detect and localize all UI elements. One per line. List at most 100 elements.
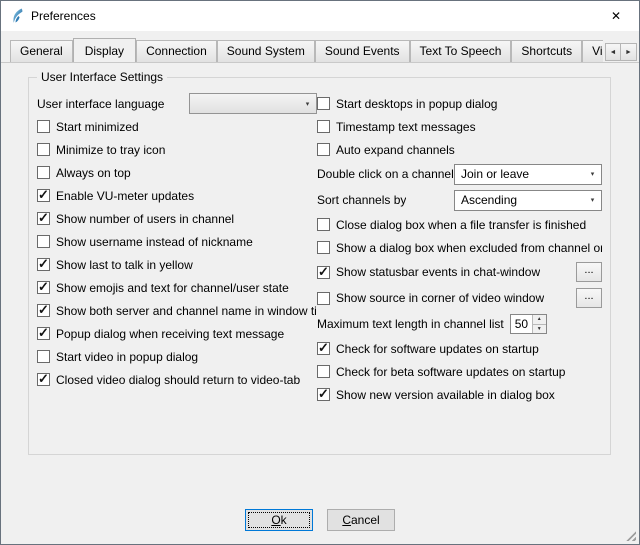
checkbox[interactable]: ✓ bbox=[37, 281, 50, 294]
checkbox[interactable]: ✓ bbox=[317, 342, 330, 355]
checkbox[interactable]: ✓ bbox=[317, 241, 330, 254]
close-icon[interactable]: ✕ bbox=[593, 1, 639, 31]
checkbox-row[interactable]: ✓ Show new version available in dialog b… bbox=[317, 383, 602, 406]
double-click-select[interactable]: Join or leave ▾ bbox=[454, 164, 602, 185]
cancel-button[interactable]: Cancel bbox=[327, 509, 395, 531]
tab[interactable]: Text To Speech bbox=[410, 40, 512, 62]
checkbox[interactable]: ✓ bbox=[37, 350, 50, 363]
checkbox-label: Show emojis and text for channel/user st… bbox=[56, 281, 289, 295]
video-source-checkbox[interactable]: ✓ bbox=[317, 292, 330, 305]
checkbox[interactable]: ✓ bbox=[317, 143, 330, 156]
window-title: Preferences bbox=[31, 9, 96, 23]
checkbox-row[interactable]: ✓ Enable VU-meter updates bbox=[37, 184, 317, 207]
tab[interactable]: Connection bbox=[136, 40, 217, 62]
checkbox-row[interactable]: ✓ Timestamp text messages bbox=[317, 115, 602, 138]
checkbox[interactable]: ✓ bbox=[37, 166, 50, 179]
checkbox[interactable]: ✓ bbox=[37, 189, 50, 202]
left-checkbox-list: ✓ Start minimized ✓ Minimize to tray ico… bbox=[37, 115, 317, 391]
checkmark-icon: ✓ bbox=[318, 386, 329, 402]
spinner-buttons: ▲ ▼ bbox=[532, 315, 546, 333]
checkmark-icon: ✓ bbox=[38, 371, 49, 387]
right-column: ✓ Start desktops in popup dialog ✓ Times… bbox=[317, 92, 602, 448]
checkbox[interactable]: ✓ bbox=[37, 304, 50, 317]
spin-up-icon[interactable]: ▲ bbox=[532, 315, 546, 324]
checkbox[interactable]: ✓ bbox=[317, 218, 330, 231]
checkbox-row[interactable]: ✓ Show a dialog box when excluded from c… bbox=[317, 236, 602, 259]
checkbox-row[interactable]: ✓ Show number of users in channel bbox=[37, 207, 317, 230]
checkbox[interactable]: ✓ bbox=[37, 373, 50, 386]
right-checkbox-list-bottom: ✓ Check for software updates on startup … bbox=[317, 337, 602, 406]
checkbox[interactable]: ✓ bbox=[37, 235, 50, 248]
tab-scroll-right-icon[interactable]: ► bbox=[621, 43, 637, 61]
tab[interactable]: Sound Events bbox=[315, 40, 410, 62]
checkbox-row[interactable]: ✓ Show emojis and text for channel/user … bbox=[37, 276, 317, 299]
checkbox-row[interactable]: ✓ Start minimized bbox=[37, 115, 317, 138]
checkbox-row[interactable]: ✓ Show username instead of nickname bbox=[37, 230, 317, 253]
sort-channels-label: Sort channels by bbox=[317, 193, 406, 207]
max-text-length-spinner[interactable]: 50 ▲ ▼ bbox=[510, 314, 547, 334]
checkbox[interactable]: ✓ bbox=[317, 97, 330, 110]
max-text-length-value[interactable]: 50 bbox=[511, 315, 532, 333]
statusbar-events-checkbox[interactable]: ✓ bbox=[317, 266, 330, 279]
tab-label: Display bbox=[85, 44, 124, 58]
video-source-browse-button[interactable]: ... bbox=[576, 288, 602, 308]
checkbox[interactable]: ✓ bbox=[37, 258, 50, 271]
title-bar[interactable]: Preferences ✕ bbox=[1, 1, 639, 31]
tab-label: Connection bbox=[146, 44, 207, 58]
checkmark-icon: ✓ bbox=[38, 302, 49, 318]
group-title: User Interface Settings bbox=[37, 70, 167, 84]
checkbox-row[interactable]: ✓ Closed video dialog should return to v… bbox=[37, 368, 317, 391]
checkbox-row[interactable]: ✓ Check for beta software updates on sta… bbox=[317, 360, 602, 383]
checkbox-row[interactable]: ✓ Show last to talk in yellow bbox=[37, 253, 317, 276]
sort-channels-select[interactable]: Ascending ▾ bbox=[454, 190, 602, 211]
tab-scroll-control: ◄ ► bbox=[605, 43, 637, 61]
video-source-row: ✓ Show source in corner of video window … bbox=[317, 285, 602, 311]
preferences-window: Preferences ✕ General Display Connection… bbox=[0, 0, 640, 545]
checkbox-label: Show last to talk in yellow bbox=[56, 258, 193, 272]
tab-scroll-left-icon[interactable]: ◄ bbox=[605, 43, 621, 61]
checkbox[interactable]: ✓ bbox=[37, 212, 50, 225]
checkbox-label: Closed video dialog should return to vid… bbox=[56, 373, 300, 387]
sort-channels-value: Ascending bbox=[455, 193, 584, 207]
tab[interactable]: General bbox=[10, 40, 73, 62]
checkbox-row[interactable]: ✓ Popup dialog when receiving text messa… bbox=[37, 322, 317, 345]
checkmark-icon: ✓ bbox=[38, 187, 49, 203]
checkmark-icon: ✓ bbox=[38, 210, 49, 226]
tab-label: Shortcuts bbox=[521, 44, 572, 58]
checkbox-row[interactable]: ✓ Auto expand channels bbox=[317, 138, 602, 161]
checkbox-label: Start minimized bbox=[56, 120, 139, 134]
right-checkbox-list-mid: ✓ Close dialog box when a file transfer … bbox=[317, 213, 602, 259]
checkbox[interactable]: ✓ bbox=[317, 120, 330, 133]
ok-button[interactable]: Ok bbox=[245, 509, 313, 531]
tab[interactable]: Display bbox=[73, 38, 136, 62]
tab[interactable]: Shortcuts bbox=[511, 40, 582, 62]
double-click-value: Join or leave bbox=[455, 167, 584, 181]
checkbox[interactable]: ✓ bbox=[317, 365, 330, 378]
user-interface-settings-group: User Interface Settings User interface l… bbox=[28, 77, 611, 455]
checkmark-icon: ✓ bbox=[38, 325, 49, 341]
checkbox-row[interactable]: ✓ Check for software updates on startup bbox=[317, 337, 602, 360]
chevron-down-icon: ▾ bbox=[584, 170, 601, 178]
checkbox-row[interactable]: ✓ Start desktops in popup dialog bbox=[317, 92, 602, 115]
checkbox-label: Enable VU-meter updates bbox=[56, 189, 194, 203]
checkbox-row[interactable]: ✓ Show both server and channel name in w… bbox=[37, 299, 317, 322]
checkbox[interactable]: ✓ bbox=[37, 120, 50, 133]
checkbox-label: Show username instead of nickname bbox=[56, 235, 253, 249]
checkbox-row[interactable]: ✓ Always on top bbox=[37, 161, 317, 184]
checkbox[interactable]: ✓ bbox=[317, 388, 330, 401]
tab[interactable]: Sound System bbox=[217, 40, 315, 62]
checkbox-row[interactable]: ✓ Close dialog box when a file transfer … bbox=[317, 213, 602, 236]
checkbox-row[interactable]: ✓ Minimize to tray icon bbox=[37, 138, 317, 161]
checkbox-label: Show a dialog box when excluded from cha… bbox=[336, 241, 602, 255]
checkbox-label: Show number of users in channel bbox=[56, 212, 234, 226]
language-select[interactable]: ▾ bbox=[189, 93, 317, 114]
checkbox[interactable]: ✓ bbox=[37, 143, 50, 156]
checkmark-icon: ✓ bbox=[318, 264, 329, 280]
tab[interactable]: Video bbox=[582, 40, 603, 62]
checkbox-label: Always on top bbox=[56, 166, 131, 180]
checkbox-row[interactable]: ✓ Start video in popup dialog bbox=[37, 345, 317, 368]
checkbox[interactable]: ✓ bbox=[37, 327, 50, 340]
max-text-length-label: Maximum text length in channel list bbox=[317, 317, 504, 331]
statusbar-events-browse-button[interactable]: ... bbox=[576, 262, 602, 282]
spin-down-icon[interactable]: ▼ bbox=[532, 324, 546, 334]
